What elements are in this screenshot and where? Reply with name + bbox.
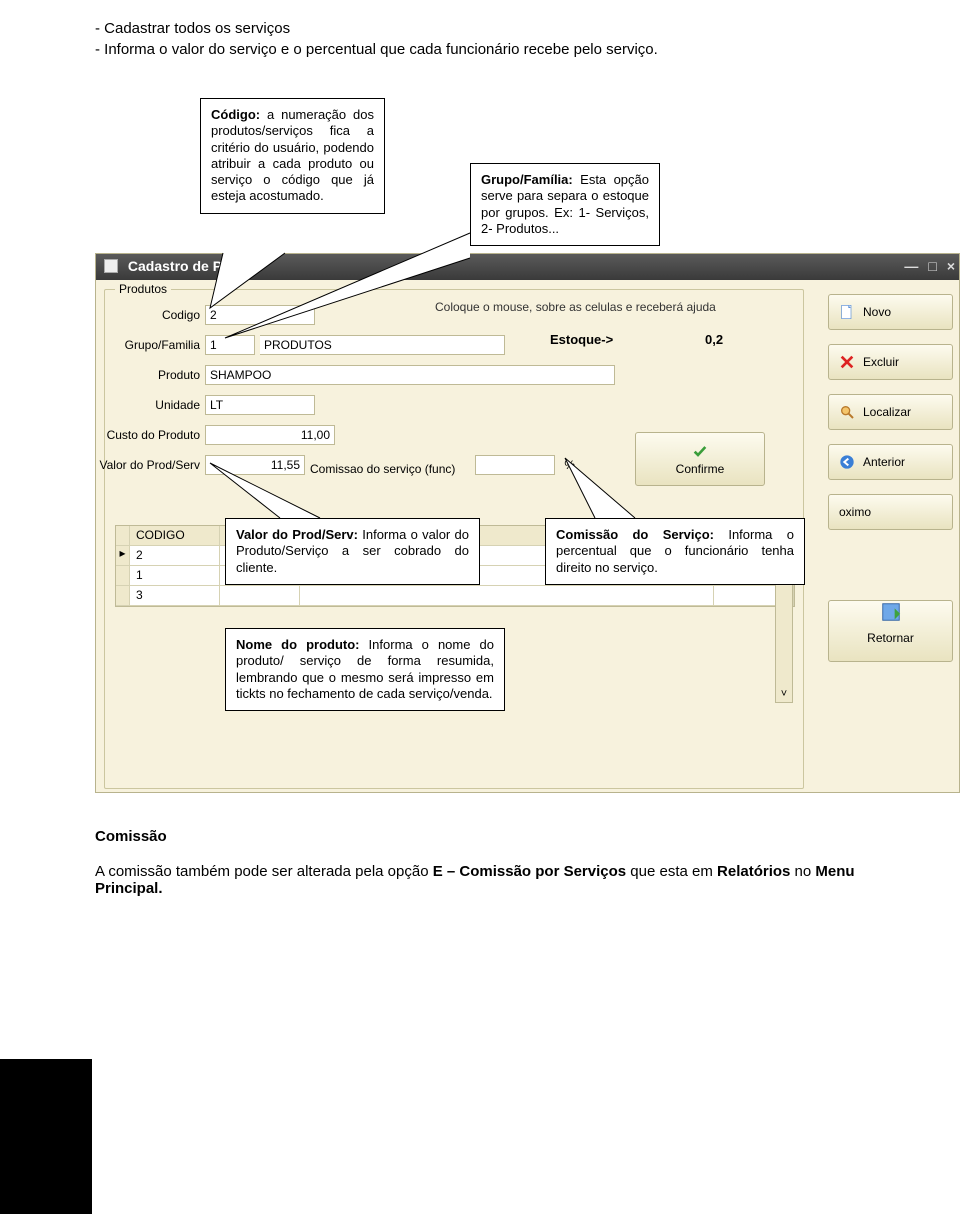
comissao-body: A comissão também pode ser alterada pela… [95, 863, 900, 897]
novo-label: Novo [863, 305, 891, 319]
check-icon [692, 443, 708, 459]
callout-codigo: Código: a numeração dos produtos/serviço… [200, 98, 385, 214]
codigo-input[interactable]: 2 [205, 305, 315, 325]
search-icon [839, 404, 855, 420]
table-cell[interactable]: 3 [130, 586, 220, 606]
after-section: Comissão A comissão também pode ser alte… [95, 828, 900, 897]
group-label: Produtos [115, 282, 171, 296]
grupo-cod-input[interactable]: 1 [205, 335, 255, 355]
grupo-nome-input[interactable]: PRODUTOS [260, 335, 505, 355]
confirme-button[interactable]: Confirme [635, 432, 765, 486]
excluir-label: Excluir [863, 355, 899, 369]
lbl-valor: Valor do Prod/Serv [90, 458, 200, 472]
table-cell[interactable]: 1 [130, 566, 220, 586]
new-icon [839, 304, 855, 320]
lbl-comissao: Comissao do serviço (func) [310, 462, 470, 476]
back-icon [839, 454, 855, 470]
anterior-label: Anterior [863, 455, 905, 469]
app-icon [104, 259, 118, 273]
callout-nome: Nome do produto: Informa o nome do produ… [225, 628, 505, 711]
confirme-label: Confirme [676, 462, 725, 476]
table-cell[interactable] [300, 586, 714, 606]
retornar-button[interactable]: Retornar [828, 600, 953, 662]
window-title: Cadastro de Pr [128, 258, 228, 274]
anterior-button[interactable]: Anterior [828, 444, 953, 480]
delete-icon [839, 354, 855, 370]
comissao-heading: Comissão [95, 828, 900, 845]
table-cell[interactable]: 2 [130, 546, 220, 566]
action-buttons: Novo Excluir Localizar Anterior oximo [828, 294, 953, 676]
intro-line1: - Cadastrar todos os serviços [95, 20, 900, 37]
intro-line2: - Informa o valor do serviço e o percent… [95, 41, 900, 58]
return-icon [880, 601, 902, 623]
sidebar-black-strip [0, 1059, 92, 1214]
proximo-label: oximo [839, 505, 871, 519]
callout-valor: Valor do Prod/Serv: Informa o valor do P… [225, 518, 480, 585]
callout-comissao: Comissão do Serviço: Informa o percentua… [545, 518, 805, 585]
lbl-custo: Custo do Produto [95, 428, 200, 442]
callout-grupo: Grupo/Família: Esta opção serve para sep… [470, 163, 660, 246]
help-hint: Coloque o mouse, sobre as celulas e rece… [435, 300, 716, 314]
estoque-value: 0,2 [705, 332, 723, 347]
novo-button[interactable]: Novo [828, 294, 953, 330]
lbl-produto: Produto [140, 368, 200, 382]
excluir-button[interactable]: Excluir [828, 344, 953, 380]
scroll-down-icon[interactable]: ˅ [776, 686, 792, 702]
estoque-label: Estoque-> [550, 332, 613, 347]
table-cell[interactable] [220, 586, 300, 606]
row-marker: ▸ [116, 546, 130, 566]
lbl-unidade: Unidade [140, 398, 200, 412]
valor-input[interactable]: 11,55 [205, 455, 305, 475]
col-codigo[interactable]: CODIGO [130, 526, 220, 546]
unidade-input[interactable]: LT [205, 395, 315, 415]
localizar-button[interactable]: Localizar [828, 394, 953, 430]
produto-input[interactable]: SHAMPOO [205, 365, 615, 385]
lbl-codigo: Codigo [140, 308, 200, 322]
close-button[interactable]: × [947, 258, 955, 274]
custo-input[interactable]: 11,00 [205, 425, 335, 445]
lbl-pct: % [560, 458, 575, 472]
lbl-grupo: Grupo/Familia [110, 338, 200, 352]
localizar-label: Localizar [863, 405, 911, 419]
maximize-button[interactable]: □ [928, 258, 936, 274]
proximo-button[interactable]: oximo [828, 494, 953, 530]
minimize-button[interactable]: — [904, 258, 918, 274]
titlebar: Cadastro de Pr — □ × [96, 254, 959, 280]
comissao-input[interactable] [475, 455, 555, 475]
retornar-label: Retornar [867, 631, 914, 645]
intro-text: - Cadastrar todos os serviços - Informa … [95, 20, 900, 58]
